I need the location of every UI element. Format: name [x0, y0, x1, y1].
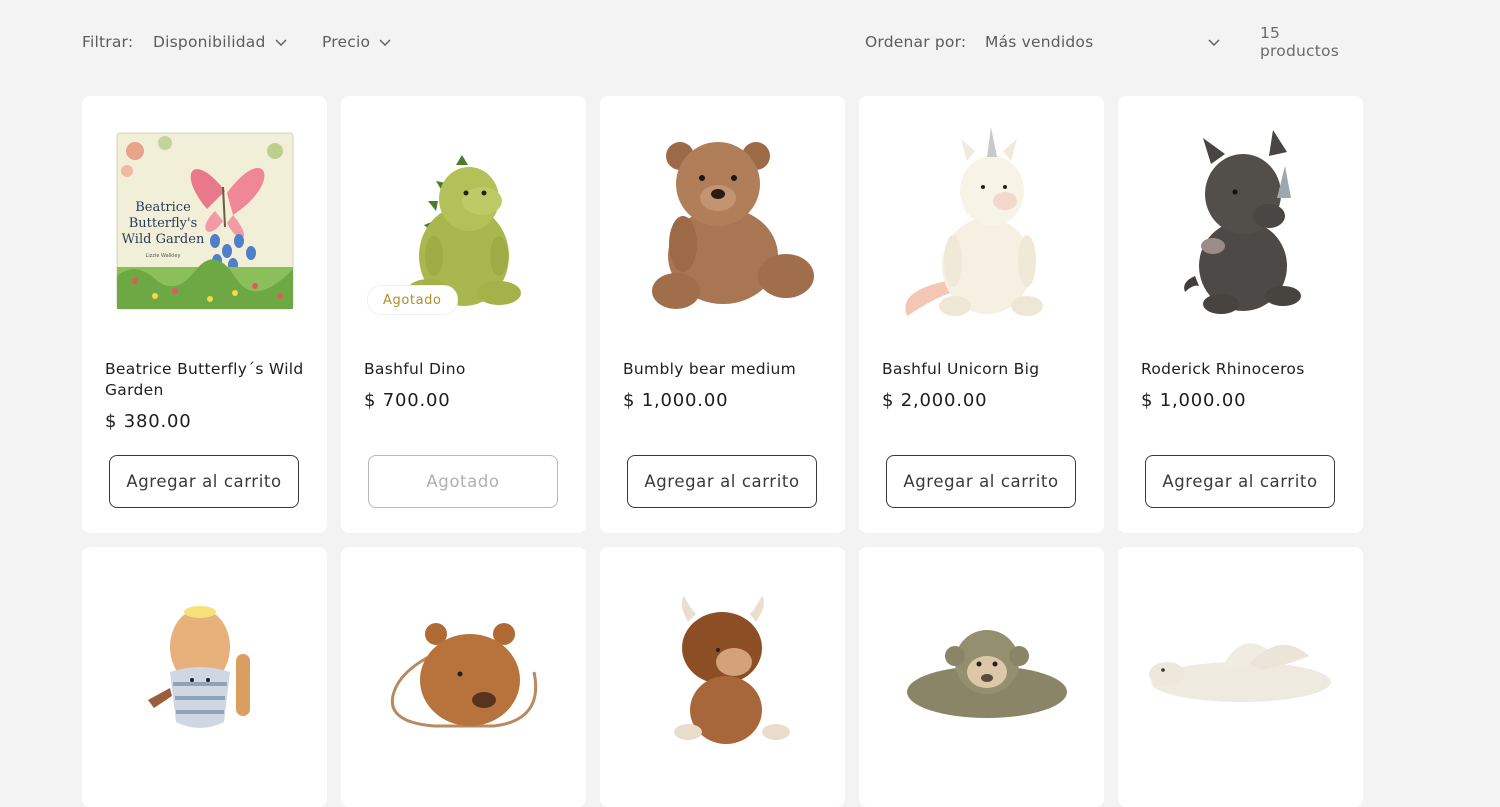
price-filter-label: Precio [322, 33, 371, 51]
product-image[interactable] [859, 96, 1104, 346]
product-price: $ 700.00 [364, 390, 451, 411]
filter-label: Filtrar: [82, 33, 134, 51]
sort-select[interactable]: Más vendidos [985, 30, 1221, 54]
book-icon: Beatrice Butterfly's Wild Garden Lizzie … [116, 132, 293, 310]
product-title[interactable]: Roderick Rhinoceros [1141, 359, 1346, 380]
product-title[interactable]: Beatrice Butterfly´s Wild Garden [105, 359, 310, 401]
sort-select-value: Más vendidos [985, 33, 1094, 51]
chevron-down-icon [1208, 39, 1220, 46]
product-card[interactable]: Roderick Rhinoceros $ 1,000.00 Agregar a… [1118, 96, 1363, 533]
monkey-plush-icon [906, 630, 1067, 718]
sold-out-badge: Agotado [367, 285, 458, 315]
product-card[interactable]: Beatrice Butterfly's Wild Garden Lizzie … [82, 96, 327, 533]
product-image[interactable] [859, 547, 1104, 797]
rhino-plush-icon [1183, 130, 1301, 314]
product-image[interactable] [600, 547, 845, 797]
product-image[interactable] [1118, 547, 1363, 797]
product-title[interactable]: Bashful Dino [364, 359, 569, 380]
product-card[interactable]: Agotado Bashful Dino $ 700.00 Agotado [341, 96, 586, 533]
highland-cow-plush-icon [673, 596, 790, 744]
product-card[interactable] [1118, 547, 1363, 807]
product-card[interactable]: Bumbly bear medium $ 1,000.00 Agregar al… [600, 96, 845, 533]
egg-cup-plush-icon [147, 606, 250, 728]
product-price: $ 1,000.00 [1141, 390, 1247, 411]
product-title[interactable]: Bashful Unicorn Big [882, 359, 1087, 380]
chevron-down-icon [379, 39, 391, 46]
product-image[interactable]: Beatrice Butterfly's Wild Garden Lizzie … [82, 96, 327, 346]
product-price: $ 2,000.00 [882, 390, 988, 411]
product-price: $ 380.00 [105, 411, 192, 432]
product-card[interactable] [341, 547, 586, 807]
book-cover-title: Wild Garden [121, 232, 204, 247]
dragon-plush-icon [1148, 643, 1331, 702]
add-to-cart-button[interactable]: Agregar al carrito [627, 455, 817, 508]
product-image[interactable] [600, 96, 845, 346]
book-cover-title: Beatrice [135, 200, 191, 215]
product-card[interactable] [82, 547, 327, 807]
product-count: 15 productos [1260, 24, 1339, 60]
availability-filter-label: Disponibilidad [153, 33, 266, 51]
product-image[interactable] [82, 547, 327, 797]
chevron-down-icon [275, 39, 287, 46]
book-cover-author: Lizzie Walkley [145, 253, 180, 259]
sort-label: Ordenar por: [865, 33, 967, 51]
availability-filter-dropdown[interactable]: Disponibilidad [153, 30, 288, 54]
product-title[interactable]: Bumbly bear medium [623, 359, 828, 380]
product-card[interactable] [859, 547, 1104, 807]
add-to-cart-button[interactable]: Agregar al carrito [109, 455, 299, 508]
product-price: $ 1,000.00 [623, 390, 729, 411]
sold-out-button[interactable]: Agotado [368, 455, 558, 508]
filter-toolbar: Filtrar: Disponibilidad Precio Ordenar p… [82, 24, 1364, 60]
product-card[interactable]: Bashful Unicorn Big $ 2,000.00 Agregar a… [859, 96, 1104, 533]
product-image[interactable] [1118, 96, 1363, 346]
product-card[interactable] [600, 547, 845, 807]
add-to-cart-button[interactable]: Agregar al carrito [886, 455, 1076, 508]
bear-plush-icon [651, 142, 814, 309]
add-to-cart-button[interactable]: Agregar al carrito [1145, 455, 1335, 508]
product-image[interactable] [341, 547, 586, 797]
book-cover-title: Butterfly's [128, 216, 197, 231]
bear-bag-icon [390, 623, 537, 728]
price-filter-dropdown[interactable]: Precio [322, 30, 392, 54]
unicorn-plush-icon [904, 127, 1043, 316]
